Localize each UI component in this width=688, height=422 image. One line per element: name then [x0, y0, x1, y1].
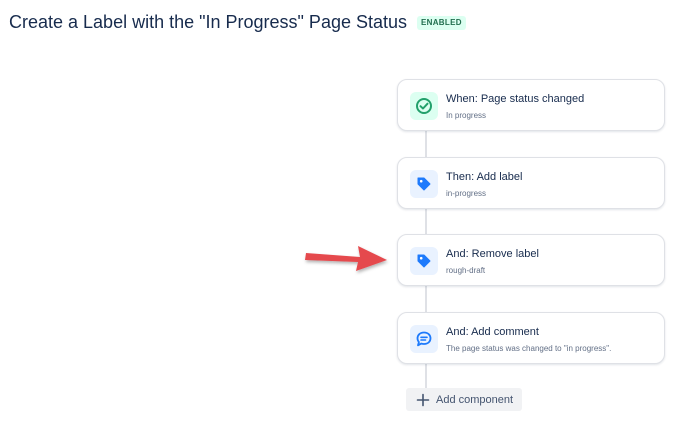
- rule-component-add-label[interactable]: Then: Add label in-progress: [397, 157, 665, 209]
- component-title: And: Add comment: [446, 326, 539, 338]
- trigger-icon-container: [410, 92, 438, 120]
- tag-icon: [417, 177, 431, 191]
- rule-component-remove-label[interactable]: And: Remove label rough-draft: [397, 234, 665, 286]
- rule-component-trigger[interactable]: When: Page status changed In progress: [397, 79, 665, 131]
- component-title: When: Page status changed: [446, 93, 585, 105]
- red-arrow-icon: [305, 246, 387, 271]
- add-component-button[interactable]: Add component: [406, 388, 522, 411]
- action-icon-container: [410, 325, 438, 353]
- rule-component-add-comment[interactable]: And: Add comment The page status was cha…: [397, 312, 665, 364]
- component-title: Then: Add label: [446, 171, 523, 183]
- page-title: Create a Label with the "In Progress" Pa…: [9, 12, 408, 32]
- flow-connector: [425, 208, 427, 234]
- status-badge: ENABLED: [417, 15, 466, 30]
- check-circle-icon: [416, 98, 432, 114]
- component-subtitle: The page status was changed to "in progr…: [446, 344, 612, 353]
- header: Create a Label with the "In Progress" Pa…: [9, 12, 466, 33]
- action-icon-container: [410, 247, 438, 275]
- component-subtitle: In progress: [446, 111, 487, 120]
- flow-connector: [425, 130, 427, 157]
- plus-icon: [416, 393, 430, 406]
- flow-connector: [425, 286, 427, 312]
- action-icon-container: [410, 170, 438, 198]
- flow-connector: [425, 363, 427, 389]
- tag-icon: [417, 254, 431, 268]
- comment-icon: [416, 331, 432, 347]
- component-subtitle: rough-draft: [446, 266, 486, 275]
- component-subtitle: in-progress: [446, 189, 487, 198]
- component-title: And: Remove label: [446, 248, 539, 260]
- add-component-label: Add component: [436, 393, 514, 406]
